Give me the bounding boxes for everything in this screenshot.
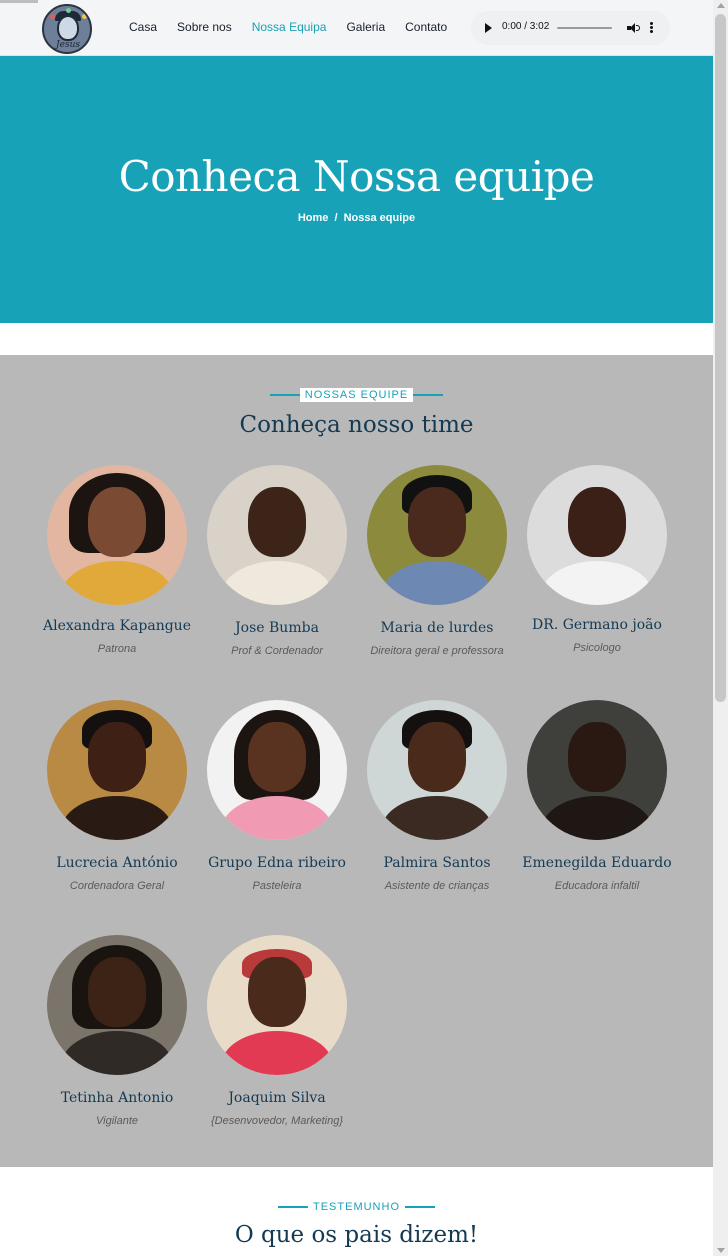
- member-photo: [207, 935, 347, 1075]
- member-role: Pasteleira: [252, 880, 302, 892]
- volume-icon[interactable]: [627, 22, 640, 34]
- team-member: Tetinha Antonio Vigilante: [37, 935, 197, 1127]
- member-name: Jose Bumba: [235, 620, 319, 636]
- audio-time: 0:00 / 3:02: [502, 21, 550, 32]
- team-member: Lucrecia António Cordenadora Geral: [37, 700, 197, 892]
- more-vertical-icon[interactable]: [650, 22, 654, 34]
- team-member: Alexandra Kapangue Patrona: [37, 465, 197, 655]
- logo-dot: [66, 8, 71, 13]
- member-role: Patrona: [97, 643, 137, 655]
- page-scrollbar[interactable]: [713, 0, 728, 1256]
- header-accent-line: [0, 0, 38, 3]
- logo-dot: [82, 14, 87, 19]
- nav-casa[interactable]: Casa: [129, 20, 157, 34]
- team-member: Jose Bumba Prof & Cordenador: [197, 465, 357, 657]
- member-role: Direitora geral e professora: [370, 645, 504, 657]
- member-photo: [527, 465, 667, 605]
- member-role: Educadora infaltil: [554, 880, 640, 892]
- member-name: Alexandra Kapangue: [43, 618, 191, 634]
- breadcrumb-home[interactable]: Home: [298, 212, 329, 224]
- member-photo: [527, 700, 667, 840]
- logo-face: [57, 15, 79, 41]
- member-name: Tetinha Antonio: [60, 1090, 174, 1106]
- team-section: NOSSAS EQUIPE Conheça nosso time Alexand…: [0, 355, 713, 1167]
- logo-dot: [50, 14, 55, 19]
- team-member: Maria de lurdes Direitora geral e profes…: [357, 465, 517, 657]
- team-eyebrow: NOSSAS EQUIPE: [0, 388, 713, 402]
- team-member: DR. Germano joão Psicologo: [517, 465, 677, 654]
- nav-nossa-equipa[interactable]: Nossa Equipa: [252, 20, 327, 34]
- nav-galeria[interactable]: Galeria: [346, 20, 385, 34]
- scroll-down-icon[interactable]: [717, 1248, 725, 1253]
- page-title: Conheca Nossa equipe: [118, 152, 595, 201]
- member-name: DR. Germano joão: [532, 617, 662, 633]
- member-role: {Desenvovedor, Marketing}: [210, 1115, 344, 1127]
- member-photo: [47, 700, 187, 840]
- team-member: Grupo Edna ribeiro Pasteleira: [197, 700, 357, 892]
- member-role: Psicologo: [573, 642, 621, 654]
- nav-contato[interactable]: Contato: [405, 20, 447, 34]
- team-member: Palmira Santos Asistente de crianças: [357, 700, 517, 892]
- audio-player: 0:00 / 3:02: [471, 11, 670, 45]
- site-header: Jesus Casa Sobre nos Nossa Equipa Galeri…: [0, 0, 713, 56]
- nav-sobre-nos[interactable]: Sobre nos: [177, 20, 232, 34]
- member-role: Vigilante: [96, 1115, 138, 1127]
- member-role: Prof & Cordenador: [231, 645, 323, 657]
- member-role: Cordenadora Geral: [69, 880, 165, 892]
- team-title: Conheça nosso time: [239, 412, 474, 438]
- member-photo: [367, 465, 507, 605]
- team-member: Joaquim Silva {Desenvovedor, Marketing}: [197, 935, 357, 1127]
- member-photo: [367, 700, 507, 840]
- main-nav: Casa Sobre nos Nossa Equipa Galeria Cont…: [129, 20, 467, 34]
- member-name: Emenegilda Eduardo: [522, 855, 672, 871]
- team-eyebrow-text: NOSSAS EQUIPE: [299, 388, 414, 402]
- member-name: Palmira Santos: [383, 855, 491, 871]
- scrollbar-thumb[interactable]: [715, 14, 726, 702]
- member-role: Asistente de crianças: [384, 880, 490, 892]
- site-logo[interactable]: Jesus: [42, 4, 92, 54]
- member-photo: [47, 935, 187, 1075]
- play-icon[interactable]: [485, 23, 492, 33]
- member-photo: [207, 700, 347, 840]
- breadcrumb-current: Nossa equipe: [343, 212, 416, 224]
- page-hero: Conheca Nossa equipe Home / Nossa equipe: [0, 56, 713, 323]
- member-name: Lucrecia António: [56, 855, 178, 871]
- member-name: Maria de lurdes: [380, 620, 494, 636]
- member-photo: [47, 465, 187, 605]
- member-name: Joaquim Silva: [228, 1090, 326, 1106]
- breadcrumb: Home / Nossa equipe: [0, 212, 713, 224]
- member-name: Grupo Edna ribeiro: [208, 855, 346, 871]
- member-photo: [207, 465, 347, 605]
- audio-progress-track[interactable]: [557, 27, 612, 29]
- breadcrumb-separator: /: [334, 212, 338, 224]
- team-member: Emenegilda Eduardo Educadora infaltil: [517, 700, 677, 892]
- testimonials-title: O que os pais dizem!: [234, 1222, 479, 1248]
- scroll-up-icon[interactable]: [717, 3, 725, 8]
- logo-text: Jesus: [56, 40, 80, 50]
- testimonials-eyebrow-text: TESTEMUNHO: [313, 1201, 400, 1213]
- testimonials-eyebrow: TESTEMUNHO: [0, 1200, 713, 1214]
